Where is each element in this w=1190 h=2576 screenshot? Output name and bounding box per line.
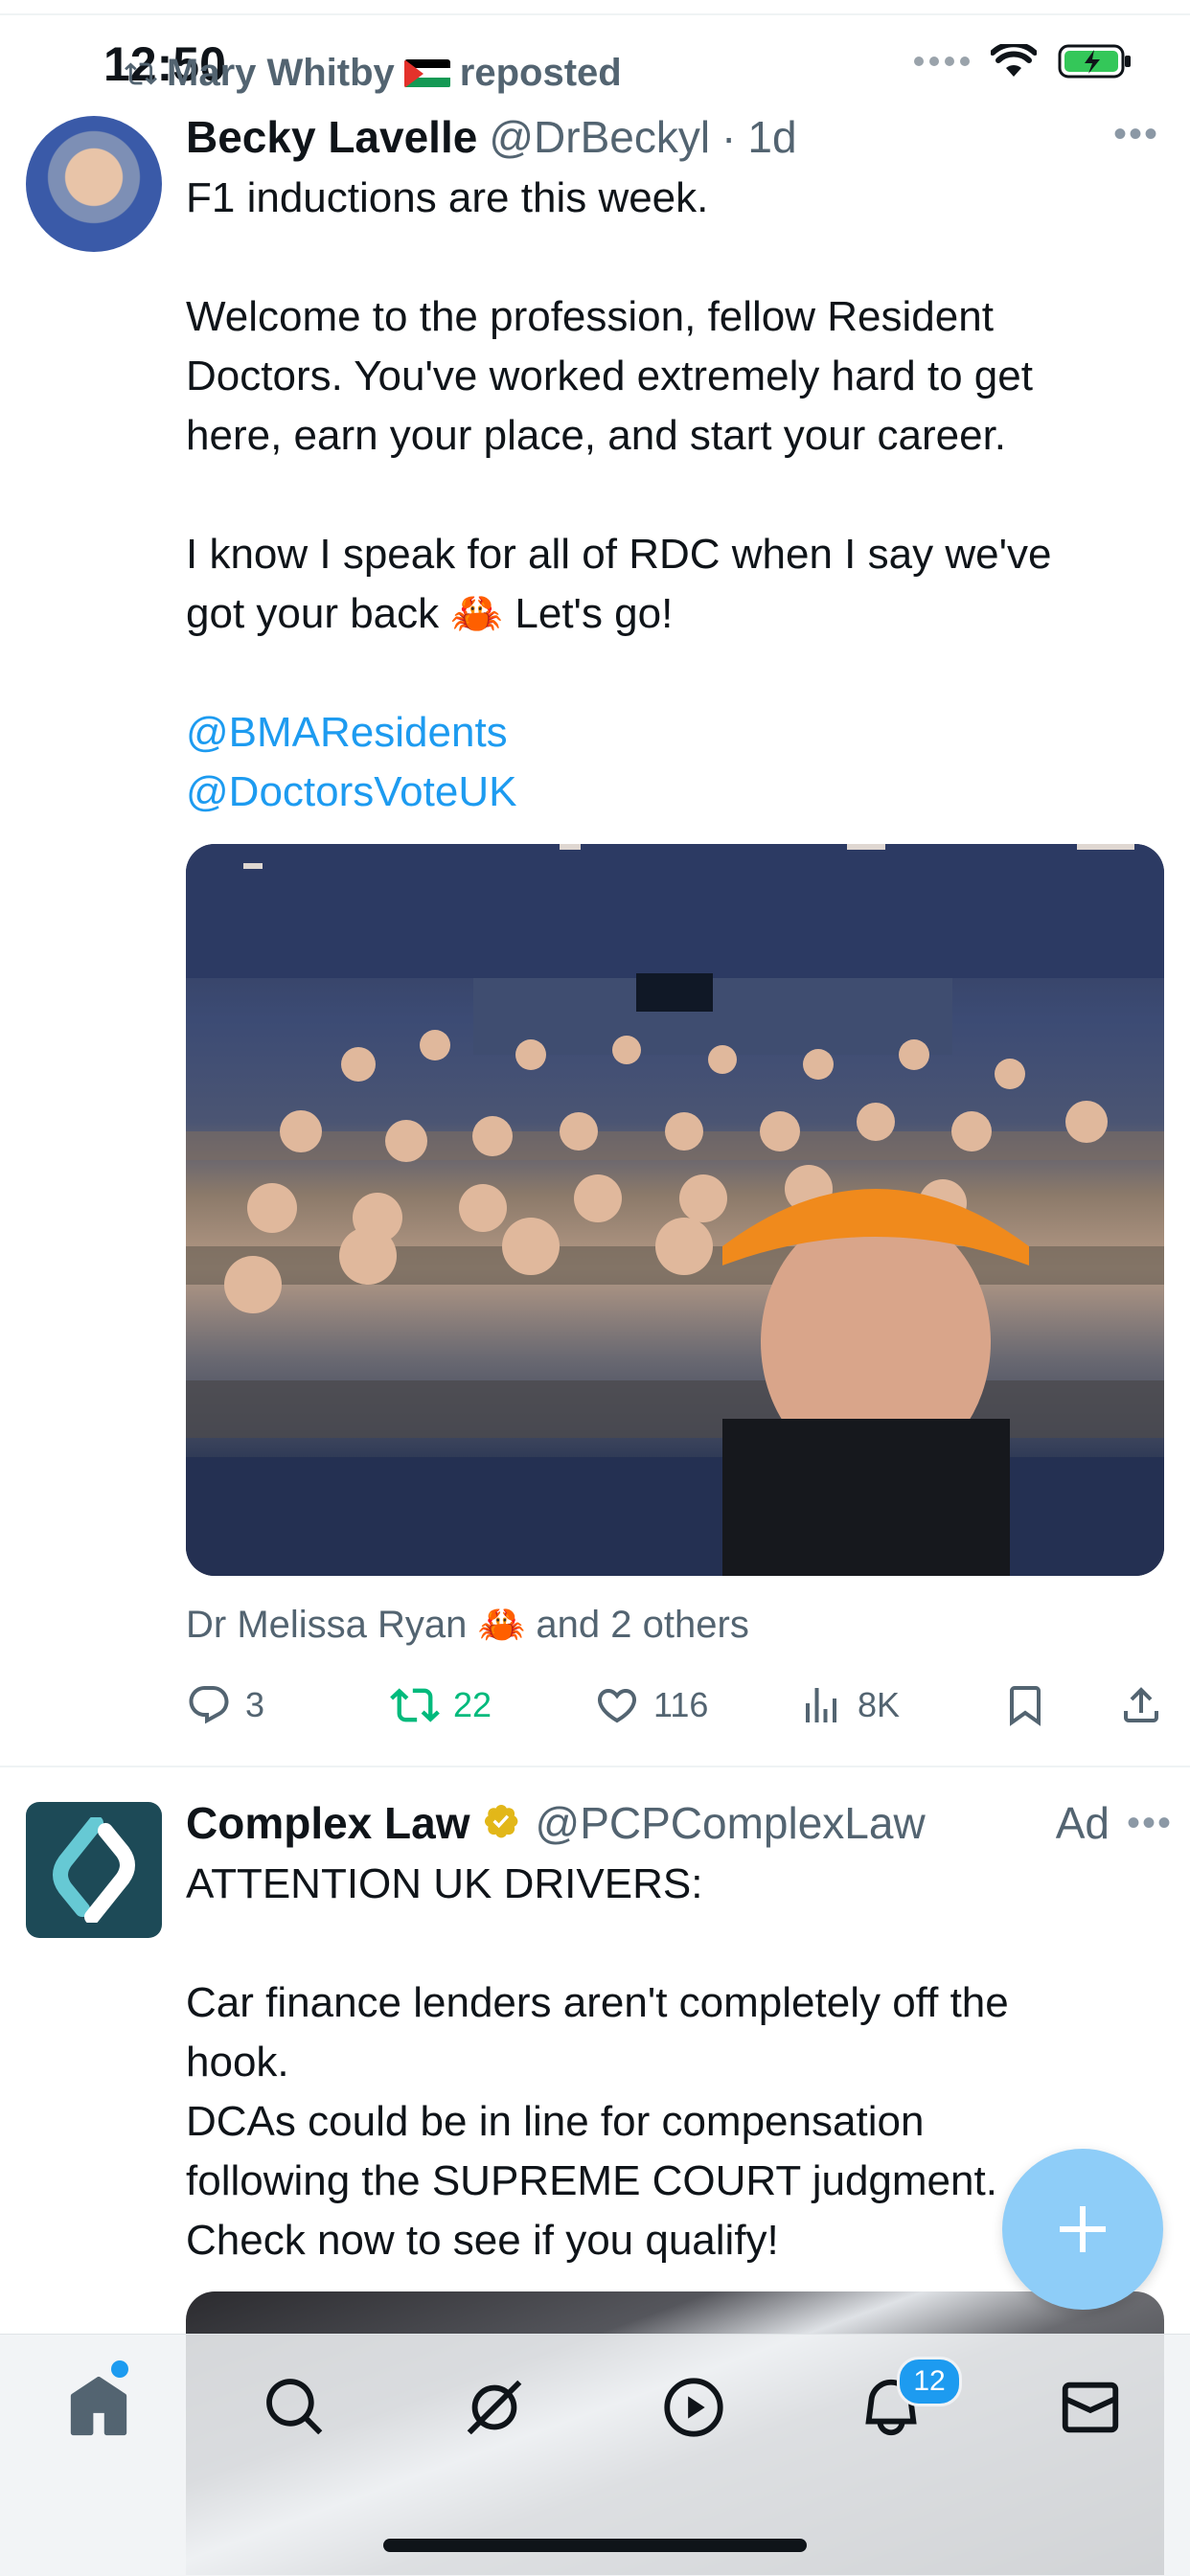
repost-suffix: reposted bbox=[459, 52, 622, 94]
home-icon bbox=[70, 2376, 127, 2436]
tweet-divider bbox=[0, 1766, 1190, 1767]
palestine-flag-icon bbox=[403, 58, 450, 88]
like-button[interactable]: 116 bbox=[594, 1682, 798, 1728]
share-icon bbox=[1124, 1687, 1158, 1722]
lecture-hall-selfie-image bbox=[186, 844, 1164, 1576]
tweet-header: Complex Law @PCPComplexLaw Ad ••• bbox=[186, 1797, 1173, 1849]
verified-badge-icon bbox=[484, 1804, 517, 1838]
views-icon bbox=[806, 1688, 836, 1722]
messages-icon bbox=[1062, 2382, 1119, 2433]
tweet-text-line: got your back 🦀 Let's go! bbox=[186, 590, 674, 637]
tweet-text-line: following the SUPREME COURT judgment. bbox=[186, 2157, 997, 2204]
ad-label: Ad bbox=[1055, 1798, 1110, 1848]
tweet-text-line: F1 inductions are this week. bbox=[186, 174, 709, 221]
repost-user[interactable]: Mary Whitby bbox=[167, 52, 395, 95]
tweet-text-line: ATTENTION UK DRIVERS: bbox=[186, 1860, 703, 1907]
tab-home[interactable] bbox=[60, 2369, 137, 2446]
video-icon bbox=[664, 2378, 723, 2437]
grok-icon bbox=[467, 2380, 522, 2435]
battery-icon bbox=[1058, 44, 1131, 79]
complex-law-logo-icon bbox=[53, 1817, 135, 1923]
repost-button[interactable]: 22 bbox=[390, 1680, 594, 1730]
advertiser-avatar[interactable] bbox=[26, 1802, 162, 1938]
tweet-text-line: DCAs could be in line for compensation bbox=[186, 2098, 925, 2145]
repost-icon bbox=[125, 61, 157, 85]
tab-video[interactable] bbox=[655, 2369, 732, 2446]
tweet-age[interactable]: 1d bbox=[747, 111, 796, 163]
notifications-badge: 12 bbox=[897, 2357, 962, 2406]
view-count: 8K bbox=[858, 1685, 901, 1724]
tweet-text-line: Car finance lenders aren't completely of… bbox=[186, 1979, 1009, 2026]
signal-icon bbox=[914, 57, 970, 66]
home-indicator[interactable] bbox=[383, 2539, 807, 2552]
advertiser-name[interactable]: Complex Law bbox=[186, 1797, 470, 1849]
repost-context[interactable]: Mary Whitby reposted bbox=[125, 52, 622, 95]
tweet-actions: 3 22 116 8K bbox=[186, 1676, 1164, 1734]
tweet-text-line: Welcome to the profession, fellow Reside… bbox=[186, 293, 994, 340]
reply-count: 3 bbox=[245, 1685, 265, 1724]
reply-icon bbox=[189, 1686, 229, 1724]
mention-link[interactable]: @DoctorsVoteUK bbox=[186, 763, 1144, 822]
mention-link[interactable]: @BMAResidents bbox=[186, 703, 1144, 763]
like-count: 116 bbox=[653, 1685, 709, 1724]
share-button[interactable] bbox=[1118, 1682, 1164, 1728]
author-name[interactable]: Becky Lavelle bbox=[186, 111, 477, 163]
avatar[interactable] bbox=[26, 116, 162, 252]
more-icon[interactable]: ••• bbox=[1113, 113, 1159, 156]
author-handle[interactable]: @DrBeckyl bbox=[489, 111, 710, 163]
compose-icon bbox=[1060, 2206, 1106, 2252]
bookmark-icon bbox=[1010, 1686, 1041, 1726]
tab-grok[interactable] bbox=[456, 2369, 533, 2446]
social-context[interactable]: Dr Melissa Ryan 🦀 and 2 others bbox=[186, 1602, 749, 1647]
reply-button[interactable]: 3 bbox=[186, 1682, 390, 1728]
tweet-header: Becky Lavelle @DrBeckyl · 1d bbox=[186, 111, 797, 163]
wifi-icon bbox=[991, 44, 1037, 77]
compose-button[interactable] bbox=[1002, 2149, 1163, 2310]
tweet-text-line: I know I speak for all of RDC when I say… bbox=[186, 531, 1052, 578]
views-button[interactable]: 8K bbox=[798, 1682, 1002, 1728]
tweet-text-line: hook. bbox=[186, 2039, 289, 2086]
tweet-text-line: Doctors. You've worked extremely hard to… bbox=[186, 353, 1033, 399]
advertiser-handle[interactable]: @PCPComplexLaw bbox=[536, 1797, 926, 1849]
tweet-photo[interactable] bbox=[186, 844, 1164, 1576]
separator-dot: · bbox=[721, 112, 737, 162]
like-icon bbox=[597, 1689, 637, 1723]
tweet-text-line: Check now to see if you qualify! bbox=[186, 2217, 779, 2264]
top-divider bbox=[0, 13, 1190, 15]
tweet-text-line: here, earn your place, and start your ca… bbox=[186, 412, 1007, 459]
more-icon[interactable]: ••• bbox=[1127, 1802, 1173, 1845]
repost-count: 22 bbox=[453, 1685, 492, 1724]
search-icon bbox=[266, 2379, 323, 2435]
status-icons bbox=[914, 42, 1133, 80]
tab-search[interactable] bbox=[257, 2369, 333, 2446]
tab-messages[interactable] bbox=[1052, 2369, 1129, 2446]
home-unread-dot bbox=[111, 2360, 128, 2378]
bookmark-button[interactable] bbox=[1002, 1682, 1104, 1728]
repost-icon bbox=[390, 1688, 440, 1722]
